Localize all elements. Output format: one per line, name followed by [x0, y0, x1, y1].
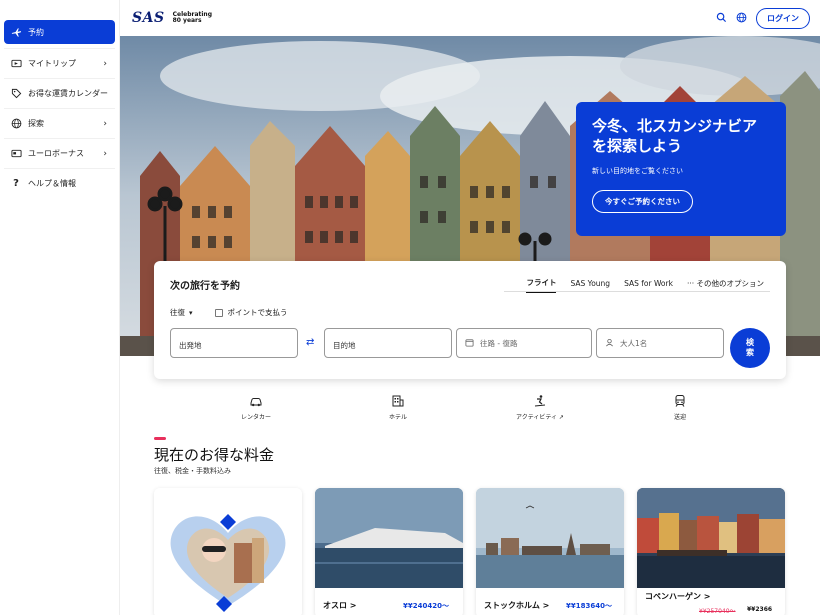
search-icon[interactable] — [716, 12, 728, 24]
top-header: SAS Celebrating 80 years ログイン — [120, 0, 820, 36]
tag-icon — [10, 88, 22, 100]
service-links: レンタカー ホテル アクティビティ ↗ 送迎 — [154, 394, 786, 430]
origin-input[interactable]: 出発地 — [170, 328, 298, 358]
booking-title: 次の旅行を予約 — [170, 281, 240, 292]
destination-input[interactable]: 目的地 — [324, 328, 452, 358]
deal-price: ¥¥240420〜 — [403, 602, 449, 610]
sidebar-item-label: 探索 — [28, 119, 44, 128]
promo-banner: 今冬、北スカンジナビア を探索しよう 新しい目的地をご覧ください 今すぐご予約く… — [576, 102, 786, 236]
points-checkbox[interactable] — [214, 308, 223, 317]
celebrating-line2: 80 years — [172, 17, 202, 24]
tab-flight[interactable]: フライト — [526, 277, 557, 293]
train-icon — [675, 395, 685, 407]
service-transfer[interactable]: 送迎 — [640, 394, 720, 421]
service-label: 送迎 — [673, 414, 686, 421]
sidebar-item-booking[interactable]: 予約 — [4, 20, 115, 44]
hotel-icon — [392, 395, 404, 407]
points-label: ポイントで支払う — [227, 308, 288, 317]
pay-with-points-toggle[interactable]: ポイントで支払う — [214, 307, 288, 318]
trip-type-select[interactable]: 往復 ▾ — [170, 307, 193, 318]
destination-placeholder: 目的地 — [333, 341, 356, 350]
calendar-icon — [465, 338, 475, 348]
book-now-button[interactable]: 今すぐご予約ください — [592, 190, 693, 213]
caret-down-icon: ▾ — [189, 308, 193, 317]
booking-tabs: フライト SAS Young SAS for Work ··· その他のオプショ… — [526, 277, 764, 293]
deal-card-oslo[interactable]: オスロ > ¥¥240420〜 — [315, 488, 463, 615]
sidebar-item-label: お得な運賃カレンダー — [28, 89, 108, 98]
tab-sas-for-work[interactable]: SAS for Work — [624, 279, 673, 292]
tab-more-options[interactable]: ··· その他のオプション — [687, 278, 764, 293]
login-button[interactable]: ログイン — [756, 7, 810, 29]
sas-logo[interactable]: SAS Celebrating 80 years — [132, 10, 212, 26]
sidebar-item-eurobonus[interactable]: ユーロボーナス › — [4, 138, 115, 168]
service-label: ホテル — [388, 414, 407, 421]
search-button[interactable]: 検索 — [730, 328, 770, 368]
dates-input[interactable]: 往路 - 復路 — [456, 328, 592, 358]
deal-city: オスロ > — [323, 601, 357, 610]
deal-city: ストックホルム > — [484, 601, 550, 610]
question-icon: ? — [13, 178, 19, 189]
sidebar-item-help[interactable]: ? ヘルプ＆情報 — [4, 168, 115, 198]
passengers-value: 大人1名 — [620, 338, 648, 348]
airplane-icon — [10, 26, 22, 38]
heart-travel-image — [154, 488, 302, 615]
sidebar-item-explore[interactable]: 探索 › — [4, 108, 115, 138]
ski-icon — [534, 395, 546, 407]
deal-old-price: ¥¥257040〜 — [699, 608, 736, 615]
globe-icon[interactable] — [736, 12, 748, 24]
celebrating-badge: Celebrating 80 years — [172, 11, 212, 25]
deal-price: ¥¥183640〜 — [566, 602, 612, 610]
logo-text: SAS — [132, 10, 165, 26]
deal-card-promo[interactable] — [154, 488, 302, 615]
search-label-1: 検 — [746, 338, 754, 347]
passengers-input[interactable]: 大人1名 — [596, 328, 724, 358]
promo-title-line2: を探索しよう — [592, 137, 683, 155]
swap-icon[interactable]: ⇄ — [306, 337, 314, 348]
chevron-right-icon: › — [103, 58, 107, 69]
promo-title-line1: 今冬、北スカンジナビア — [592, 117, 758, 135]
trip-type-value: 往復 — [170, 308, 185, 317]
deal-card-copenhagen[interactable]: コペンハーゲン > ¥¥257040〜 ¥¥2366 — [637, 488, 785, 615]
globe-icon — [10, 118, 22, 130]
search-label-2: 索 — [746, 348, 754, 357]
person-icon — [605, 338, 615, 348]
booking-widget: 次の旅行を予約 フライト SAS Young SAS for Work ··· … — [154, 261, 786, 379]
service-label: レンタカー — [240, 414, 271, 421]
chevron-right-icon: › — [103, 118, 107, 129]
stockholm-image — [476, 488, 624, 588]
promo-title: 今冬、北スカンジナビア を探索しよう — [592, 116, 770, 156]
copenhagen-image — [637, 488, 785, 588]
deals-title: 現在のお得な料金 — [154, 446, 275, 464]
service-car-rental[interactable]: レンタカー — [216, 394, 296, 421]
service-hotel[interactable]: ホテル — [358, 394, 438, 421]
car-icon — [250, 398, 262, 407]
service-label: アクティビティ — [516, 414, 559, 421]
deal-price: ¥¥2366 — [747, 606, 773, 613]
sidebar-item-label: ヘルプ＆情報 — [28, 179, 76, 188]
chevron-right-icon: › — [103, 148, 107, 159]
sidebar-item-my-trips[interactable]: マイトリップ › — [4, 48, 115, 78]
deals-subtitle: 往復、税金・手数料込み — [154, 467, 231, 475]
sidebar-item-fare-calendar[interactable]: お得な運賃カレンダー — [4, 78, 115, 108]
sidebar: 予約 マイトリップ › お得な運賃カレンダー 探索 › ユーロボーナス › ? … — [0, 0, 120, 615]
sidebar-item-label: マイトリップ — [28, 59, 76, 68]
oslo-image — [315, 488, 463, 588]
deals-accent-bar — [154, 437, 166, 440]
dates-placeholder: 往路 - 復路 — [480, 338, 518, 348]
sidebar-item-label: ユーロボーナス — [28, 149, 84, 158]
ticket-icon — [10, 58, 22, 70]
origin-placeholder: 出発地 — [179, 341, 202, 350]
service-activities[interactable]: アクティビティ ↗ — [500, 394, 580, 421]
promo-subtitle: 新しい目的地をご覧ください — [592, 167, 683, 175]
tab-sas-young[interactable]: SAS Young — [570, 279, 610, 292]
card-icon — [10, 148, 22, 160]
sidebar-item-label: 予約 — [28, 27, 44, 37]
deal-card-stockholm[interactable]: ストックホルム > ¥¥183640〜 — [476, 488, 624, 615]
external-link-icon: ↗ — [558, 414, 564, 421]
deal-city: コペンハーゲン > — [645, 592, 711, 601]
